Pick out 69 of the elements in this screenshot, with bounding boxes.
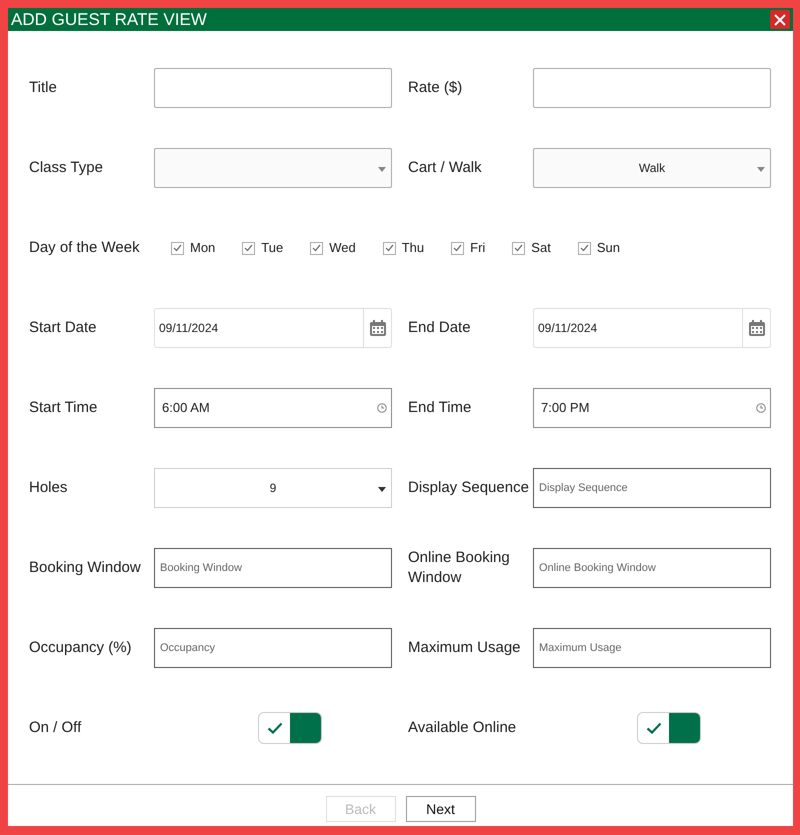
check-icon: [384, 244, 394, 252]
select-field[interactable]: [154, 148, 392, 188]
input-field[interactable]: Display Sequence: [533, 468, 771, 508]
calendar-icon: [368, 319, 386, 337]
day-label: Thu: [402, 239, 424, 258]
time-field[interactable]: 7:00 PM: [533, 388, 771, 428]
clock-icon: [756, 403, 766, 413]
day-label: Tue: [261, 239, 284, 258]
field-label: Title: [29, 78, 58, 98]
next-button[interactable]: Next: [406, 796, 476, 822]
day-label: Wed: [329, 239, 356, 258]
field-label: Online Booking Window: [408, 548, 511, 588]
field-label: Holes: [29, 478, 68, 498]
field-label: End Time: [408, 398, 472, 418]
check-icon: [244, 244, 254, 252]
calendar-button[interactable]: [743, 308, 771, 348]
caret-icon: [378, 487, 386, 492]
day-label: Mon: [190, 239, 216, 258]
toggle-switch[interactable]: [258, 712, 322, 744]
checkbox[interactable]: [382, 242, 396, 254]
field-label: Booking Window: [29, 558, 142, 578]
caret-icon: [378, 167, 386, 172]
calendar-icon: [748, 319, 766, 337]
field-label: Cart / Walk: [408, 158, 483, 178]
calendar-button[interactable]: [364, 308, 392, 348]
text-field[interactable]: [533, 68, 771, 108]
input-field[interactable]: Maximum Usage: [533, 628, 771, 668]
check-icon: [173, 244, 182, 252]
check-icon: [312, 244, 322, 252]
check-icon: [580, 244, 589, 252]
close-icon: [774, 14, 786, 26]
close-button[interactable]: [770, 10, 790, 29]
input-field[interactable]: Online Booking Window: [533, 548, 771, 588]
checkbox[interactable]: [310, 242, 324, 254]
checkbox[interactable]: [242, 242, 256, 254]
field-label: Rate ($): [408, 78, 464, 98]
field-label: Display Sequence: [408, 478, 530, 498]
field-label: End Date: [408, 318, 472, 338]
time-field[interactable]: 6:00 AM: [154, 388, 392, 428]
field-label: On / Off: [29, 718, 82, 738]
field-label: Start Date: [29, 318, 98, 338]
date-field[interactable]: 09/11/2024: [533, 308, 743, 348]
checkbox[interactable]: [578, 242, 591, 254]
field-label: Occupancy (%): [29, 638, 133, 658]
toggle-switch[interactable]: [637, 712, 701, 744]
checkbox[interactable]: [451, 242, 464, 254]
day-label: Fri: [470, 239, 486, 258]
input-field[interactable]: Booking Window: [154, 548, 392, 588]
field-label: Class Type: [29, 158, 104, 178]
date-field[interactable]: 09/11/2024: [154, 308, 364, 348]
checkbox[interactable]: [171, 242, 184, 254]
select-field[interactable]: Walk: [533, 148, 771, 188]
field-label: Available Online: [408, 718, 518, 738]
dialog-title: ADD GUEST RATE VIEW: [11, 11, 207, 28]
field-label: Day of the Week: [29, 238, 141, 258]
check-icon: [646, 722, 662, 734]
clock-icon: [377, 403, 387, 413]
caret-icon: [757, 167, 765, 172]
text-field[interactable]: [154, 68, 392, 108]
checkbox[interactable]: [512, 242, 526, 254]
select-field[interactable]: 9: [154, 468, 392, 508]
check-icon: [514, 244, 524, 252]
day-label: Sun: [596, 239, 620, 258]
check-icon: [453, 244, 462, 252]
field-label: Start Time: [29, 398, 98, 418]
field-label: Maximum Usage: [408, 638, 522, 658]
day-label: Sat: [531, 239, 551, 258]
check-icon: [266, 722, 282, 734]
input-field[interactable]: Occupancy: [154, 628, 392, 668]
